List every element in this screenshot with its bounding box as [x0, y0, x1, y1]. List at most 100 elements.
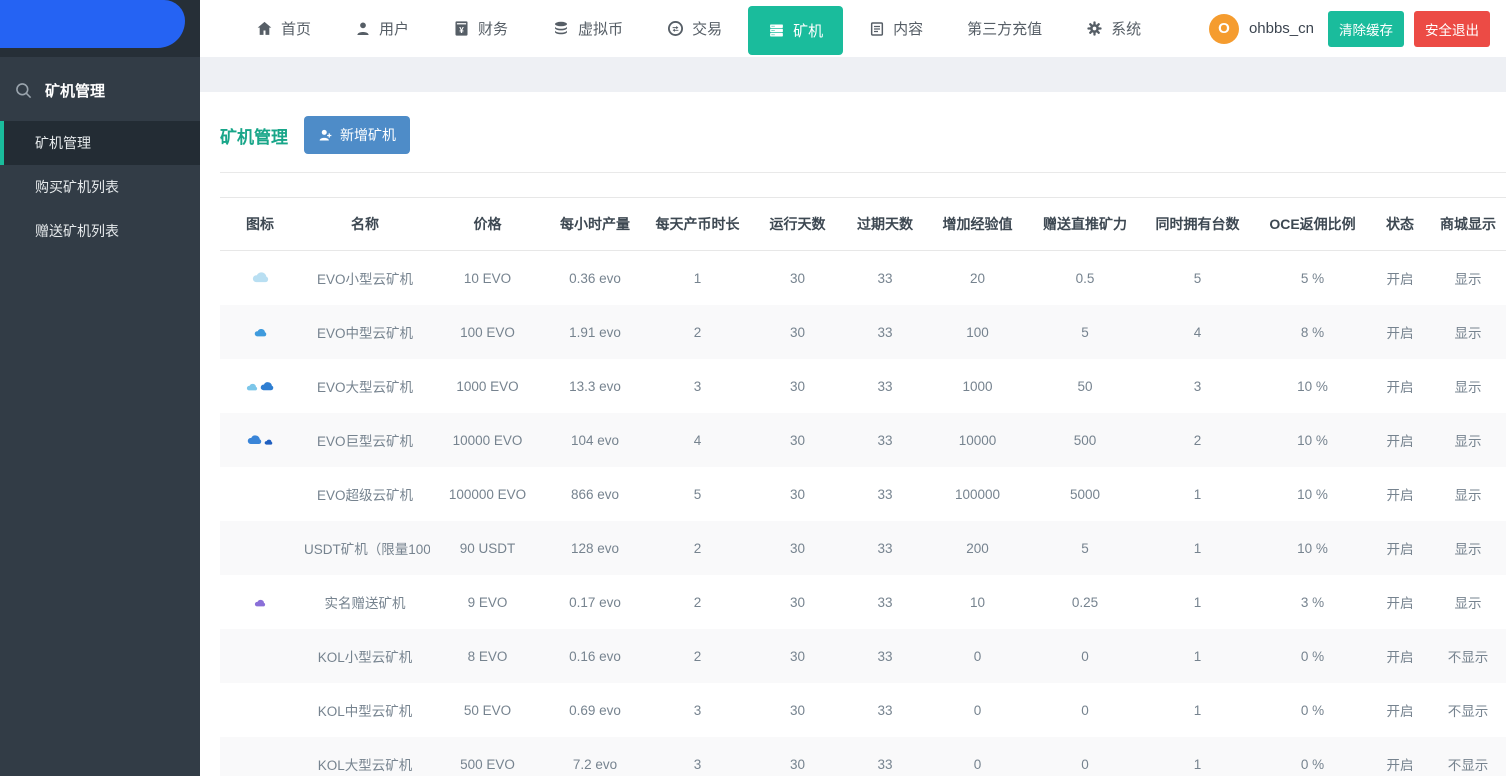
nav-item-miner[interactable]: 矿机 [748, 6, 844, 55]
table-cell: 0 % [1300, 648, 1325, 664]
nav-item-finance[interactable]: ¥ 财务 [435, 0, 526, 57]
title-row: 矿机管理 新增矿机 [220, 92, 1506, 172]
user-icon [355, 21, 371, 37]
nav-label: 虚拟币 [578, 21, 624, 38]
miner-cloud-icon [246, 379, 258, 394]
table-cell: 开启 [1386, 434, 1414, 449]
table-cell: 30 [789, 540, 806, 556]
nav-label: 财务 [478, 21, 509, 38]
add-miner-button[interactable]: 新增矿机 [304, 116, 410, 154]
nav-item-content[interactable]: 内容 [851, 0, 941, 57]
table-cell: 0 % [1300, 702, 1325, 718]
main-panel: 矿机管理 新增矿机 图标 名称 价格 每小时产量 每天产币时长 运行天数 过期天… [200, 57, 1506, 776]
table-cell: KOL小型云矿机 [317, 650, 413, 665]
table-cell: 开启 [1386, 542, 1414, 557]
table-cell: 0.5 [1075, 270, 1095, 286]
nav-item-virtual-coin[interactable]: 虚拟币 [534, 0, 641, 57]
table-cell: 0.17 evo [569, 594, 621, 610]
table-cell: 2 [693, 540, 702, 556]
user-add-icon [318, 128, 333, 143]
table-cell: 500 EVO [460, 756, 515, 772]
table-cell: 1000 EVO [456, 378, 519, 394]
column-header: 增加经验值 [925, 197, 1030, 251]
table-cell: 20 [969, 270, 986, 286]
table-cell: 104 evo [570, 432, 620, 448]
table-row: EVO超级云矿机 100000 EVO 866 evo 5 30 33 100000 5000… [220, 467, 1506, 521]
clear-cache-button[interactable]: 清除缓存 [1328, 10, 1404, 47]
divider [220, 172, 1506, 173]
table-cell: 8 EVO [467, 648, 508, 664]
table-cell: 0 % [1300, 756, 1325, 772]
nav-label: 首页 [281, 21, 312, 38]
miner-icon-cell [220, 737, 300, 776]
add-miner-label: 新增矿机 [340, 127, 396, 143]
table-cell: 30 [789, 324, 806, 340]
miner-icon-cell [220, 467, 300, 521]
table-cell: 开启 [1386, 650, 1414, 665]
table-cell: 13.3 evo [569, 378, 621, 394]
top-navbar: 首页 用户 ¥ 财务 虚拟币 交易 矿机 内容 第三方充值 系统 O ohbbs… [0, 0, 1506, 57]
miner-table: 图标 名称 价格 每小时产量 每天产币时长 运行天数 过期天数 增加经验值 赠送直推矿力 同时拥有… [220, 197, 1506, 776]
main-nav: 首页 用户 ¥ 财务 虚拟币 交易 矿机 内容 第三方充值 系统 [200, 0, 1209, 57]
sidebar-item-miner-management[interactable]: 矿机管理 [0, 121, 200, 165]
table-cell: 50 [1077, 378, 1093, 394]
table-cell: 50 EVO [463, 702, 512, 718]
table-cell: 8 % [1300, 324, 1325, 340]
column-header: 每小时产量 [545, 197, 645, 251]
table-cell: 30 [789, 756, 806, 772]
nav-item-home[interactable]: 首页 [238, 0, 329, 57]
column-header: 每天产币时长 [645, 197, 750, 251]
sidebar-item-gifted-miner-list[interactable]: 赠送矿机列表 [0, 209, 200, 253]
avatar[interactable]: O [1208, 13, 1239, 44]
table-cell: 10000 [958, 432, 997, 448]
table-cell: 500 [1073, 432, 1097, 448]
table-cell: EVO超级云矿机 [316, 488, 413, 503]
nav-item-trade[interactable]: 交易 [649, 0, 740, 57]
table-header-row: 图标 名称 价格 每小时产量 每天产币时长 运行天数 过期天数 增加经验值 赠送直推矿力 同时拥有… [220, 197, 1506, 251]
miner-cloud-icon [247, 433, 262, 448]
logout-button[interactable]: 安全退出 [1414, 10, 1490, 47]
table-cell: 显示 [1454, 488, 1482, 503]
table-cell: 0 [1081, 648, 1089, 664]
table-cell: 4 [1193, 324, 1202, 340]
table-cell: 3 [1193, 378, 1202, 394]
nav-item-users[interactable]: 用户 [337, 0, 427, 57]
table-cell: KOL大型云矿机 [317, 758, 413, 773]
nav-item-thirdparty-recharge[interactable]: 第三方充值 [949, 0, 1060, 57]
user-zone: O ohbbs_cn 清除缓存 安全退出 [1208, 0, 1506, 57]
table-cell: 100 EVO [460, 324, 515, 340]
sidebar-item-purchased-miner-list[interactable]: 购买矿机列表 [0, 165, 200, 209]
table-cell: 1 [1193, 702, 1202, 718]
table-cell: 1 [1193, 486, 1202, 502]
column-header: 同时拥有台数 [1140, 197, 1255, 251]
table-cell: 9 EVO [467, 594, 508, 610]
table-cell: 开启 [1386, 704, 1414, 719]
gear-icon [1086, 20, 1103, 37]
table-cell: 200 [966, 540, 989, 556]
table-row: KOL小型云矿机 8 EVO 0.16 evo 2 30 33 0 0 1 0 % 开启 不显示 [220, 629, 1506, 683]
sidebar: 矿机管理 矿机管理 购买矿机列表 赠送矿机列表 [0, 57, 200, 776]
search-icon [14, 81, 33, 100]
table-cell: 30 [789, 378, 806, 394]
table-cell: 5000 [1069, 486, 1101, 502]
table-cell: 100000 EVO [448, 486, 527, 502]
miner-icon-cell [220, 251, 300, 306]
table-body: EVO小型云矿机 10 EVO 0.36 evo 1 30 33 20 0.5 5 5 % 开启 显示… [220, 251, 1506, 776]
table-cell: 33 [877, 648, 893, 664]
column-header: 名称 [300, 197, 430, 251]
table-cell: 866 evo [570, 486, 620, 502]
column-header: 价格 [430, 197, 545, 251]
table-cell: 10 % [1297, 378, 1328, 394]
nav-item-system[interactable]: 系统 [1068, 0, 1159, 57]
table-cell: 33 [877, 270, 893, 286]
table-cell: 显示 [1454, 380, 1482, 395]
miner-icon-cell [220, 629, 300, 683]
table-cell: 1 [1193, 594, 1202, 610]
table-cell: 10 [969, 594, 986, 610]
table-cell: 100000 [954, 486, 1001, 502]
home-icon [256, 20, 273, 37]
miner-icon-cell [220, 575, 300, 629]
table-cell: KOL中型云矿机 [317, 704, 413, 719]
table-cell: 30 [789, 648, 806, 664]
table-cell: 10 % [1297, 540, 1328, 556]
